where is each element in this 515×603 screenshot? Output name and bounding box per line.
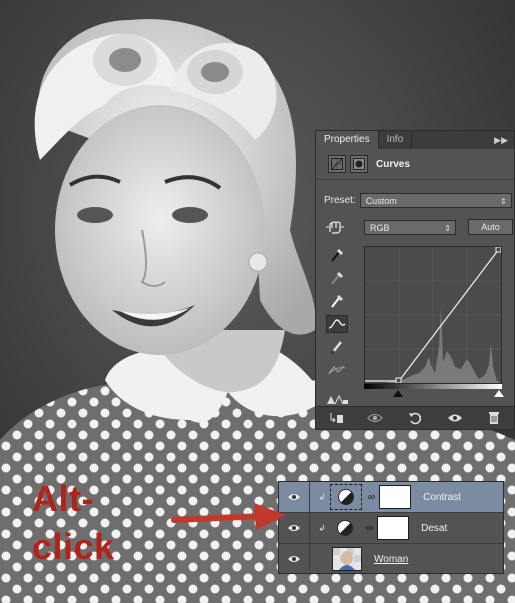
clipping-warning-icon[interactable]	[326, 393, 350, 405]
curve-points-icon[interactable]	[326, 315, 348, 333]
adjustment-thumb-frame	[330, 516, 360, 540]
layer-mask-thumbnail[interactable]	[379, 485, 412, 509]
select-arrows-icon: ⇕	[444, 223, 451, 233]
link-icon[interactable]: ∞	[366, 523, 373, 534]
layer-divider	[309, 513, 310, 543]
visibility-icon[interactable]	[447, 411, 463, 425]
properties-tab-bar: Properties Info ▶▶	[316, 131, 514, 149]
on-image-adjust-icon[interactable]	[324, 219, 346, 235]
annotation-line-1: Alt-	[32, 478, 94, 519]
channel-value: RGB	[370, 222, 390, 233]
black-point-eyedropper-icon[interactable]	[326, 246, 348, 264]
tab-info[interactable]: Info	[379, 131, 413, 149]
reset-icon[interactable]	[407, 411, 423, 425]
preset-value: Custom	[365, 196, 397, 206]
layer-divider	[309, 482, 310, 512]
link-icon[interactable]: ∞	[368, 492, 375, 503]
preset-label: Preset:	[324, 195, 356, 206]
layer-mask-thumbnail[interactable]	[377, 516, 410, 540]
layer-divider	[309, 544, 310, 574]
eye-icon[interactable]	[285, 554, 303, 564]
view-previous-icon[interactable]	[367, 411, 384, 425]
mask-icon[interactable]	[350, 155, 368, 173]
white-point-slider[interactable]	[494, 390, 504, 397]
adjustment-layer-icon	[338, 489, 354, 505]
adjustment-layer-icon	[337, 520, 353, 536]
channel-select[interactable]: RGB ⇕	[364, 219, 456, 235]
curves-adjustment-icon	[328, 155, 346, 173]
white-point-eyedropper-icon[interactable]	[326, 292, 348, 310]
trash-icon[interactable]	[486, 411, 502, 425]
clip-to-layer-icon[interactable]	[328, 411, 344, 425]
properties-header: Curves	[316, 149, 514, 180]
curves-tool-column	[326, 246, 348, 384]
layers-panel: ↲ ∞ Contrast ↲ ∞ Desat Woman	[278, 481, 504, 574]
layer-row-desat[interactable]: ↲ ∞ Desat	[279, 513, 503, 544]
layer-name[interactable]: Contrast	[423, 492, 461, 503]
clipping-arrow-icon: ↲	[318, 522, 326, 533]
input-gradient	[364, 384, 502, 389]
layer-row-woman[interactable]: Woman	[279, 544, 503, 574]
annotation-arrow	[171, 503, 286, 530]
adjustment-thumb-frame	[330, 484, 362, 510]
clipping-arrow-icon: ↲	[318, 491, 326, 502]
curves-graph[interactable]	[364, 246, 502, 384]
preset-row: Preset: Custom ⇕	[324, 193, 512, 208]
layer-name[interactable]: Woman	[374, 554, 408, 565]
properties-panel: Properties Info ▶▶ Curves Preset: Custom…	[315, 130, 515, 430]
panel-menu-icon[interactable]: ▶▶	[494, 131, 508, 149]
properties-bottom-bar	[316, 406, 514, 429]
tab-properties[interactable]: Properties	[316, 131, 379, 149]
layer-row-contrast[interactable]: ↲ ∞ Contrast	[279, 482, 503, 513]
layer-photo-thumbnail[interactable]	[332, 547, 362, 571]
channel-row: RGB ⇕	[324, 219, 456, 235]
adjustment-title: Curves	[376, 158, 410, 170]
pencil-icon[interactable]	[326, 338, 348, 356]
select-arrows-icon: ⇕	[499, 197, 507, 206]
preset-select[interactable]: Custom ⇕	[359, 193, 512, 208]
layer-name[interactable]: Desat	[421, 523, 447, 534]
auto-button[interactable]: Auto	[468, 219, 513, 235]
gray-point-eyedropper-icon[interactable]	[326, 269, 348, 287]
smooth-icon[interactable]	[326, 361, 348, 379]
black-point-slider[interactable]	[393, 390, 403, 397]
annotation-line-2: click	[32, 526, 115, 567]
